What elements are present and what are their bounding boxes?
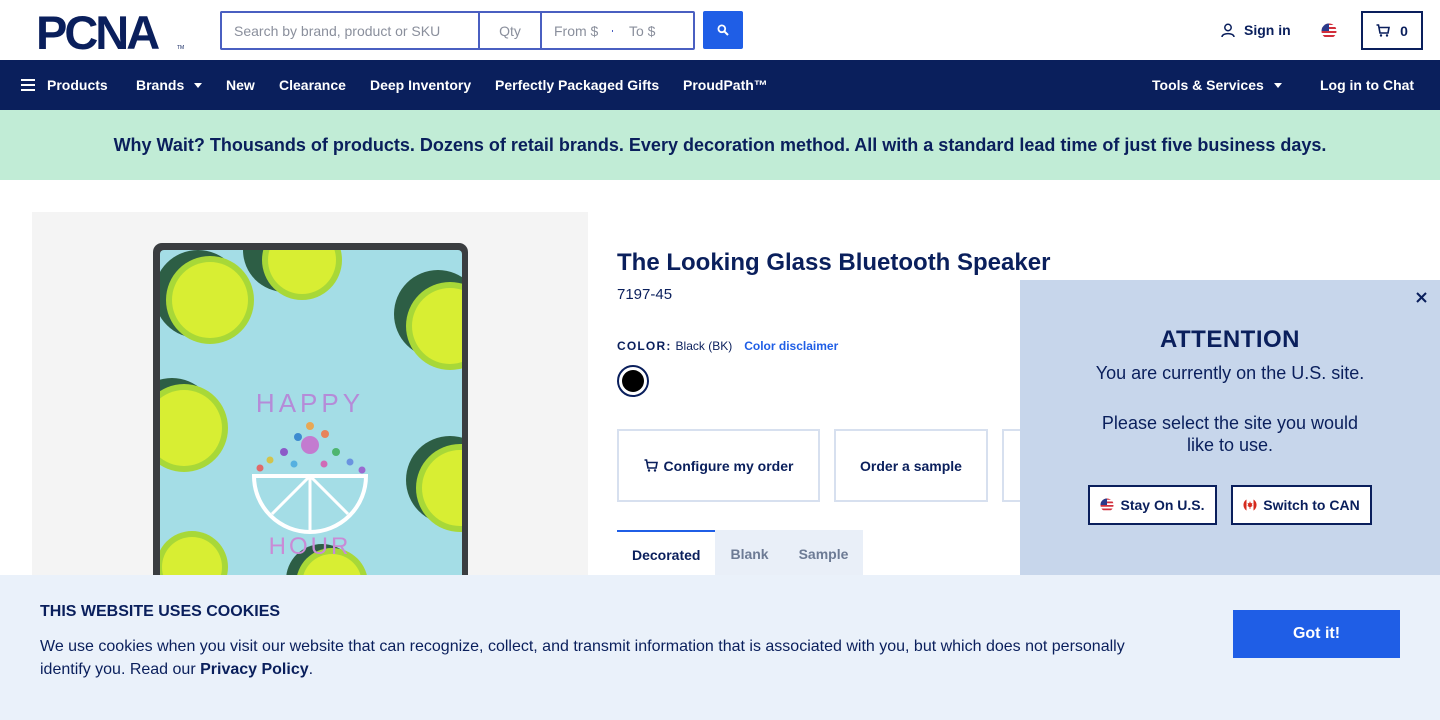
image-text-top: HAPPY — [256, 388, 364, 418]
nav-proudpath[interactable]: ProudPath™ — [683, 60, 768, 110]
nav-deep-inventory[interactable]: Deep Inventory — [370, 60, 471, 110]
order-sample-button[interactable]: Order a sample — [834, 429, 988, 502]
canada-flag-icon — [1243, 498, 1257, 512]
nav-new-label: New — [226, 77, 255, 93]
price-from-input[interactable] — [554, 22, 606, 39]
site-select-modal: ATTENTION You are currently on the U.S. … — [1020, 280, 1440, 575]
nav-clearance[interactable]: Clearance — [279, 60, 346, 110]
logo-text: PCNA — [36, 11, 159, 51]
privacy-policy-link[interactable]: Privacy Policy — [200, 661, 309, 678]
modal-heading: ATTENTION — [1159, 326, 1301, 353]
nav-chat[interactable]: Log in to Chat — [1320, 60, 1414, 110]
cookie-message: We use cookies when you visit our websit… — [40, 635, 1150, 681]
user-icon — [1221, 23, 1235, 38]
product-image[interactable]: HAPPY HOUR — [32, 212, 588, 582]
svg-text:TM: TM — [177, 45, 184, 51]
nav-tools[interactable]: Tools & Services — [1152, 60, 1282, 110]
configure-order-button[interactable]: Configure my order — [617, 429, 820, 502]
nav-gifts-label: Perfectly Packaged Gifts — [495, 77, 660, 93]
nav-brands[interactable]: Brands — [136, 60, 203, 110]
promo-banner: Why Wait? Thousands of products. Dozens … — [0, 110, 1440, 180]
cookie-banner: THIS WEBSITE USES COOKIES We use cookies… — [0, 575, 1440, 720]
menu-icon — [21, 79, 35, 91]
stay-us-label: Stay On U.S. — [1120, 497, 1205, 513]
search-input[interactable] — [220, 11, 478, 50]
color-info: COLOR: Black (BK) Color disclaimer — [617, 339, 838, 353]
cookie-text-end: . — [308, 661, 314, 678]
nav-brands-label: Brands — [136, 77, 185, 93]
product-title: The Looking Glass Bluetooth Speaker — [617, 249, 1051, 276]
product-sku: 7197-45 — [617, 286, 673, 303]
price-to-input[interactable] — [629, 22, 681, 39]
nav-chat-label: Log in to Chat — [1320, 77, 1415, 93]
cart-icon — [644, 459, 658, 472]
nav-proudpath-label: ProudPath™ — [683, 77, 768, 93]
cart-button[interactable]: 0 — [1361, 11, 1423, 50]
switch-can-button[interactable]: Switch to CAN — [1231, 485, 1372, 525]
price-dash — [612, 29, 613, 32]
configure-order-label: Configure my order — [663, 457, 794, 474]
color-swatch-black[interactable] — [617, 365, 649, 397]
order-sample-label: Order a sample — [860, 457, 962, 474]
tab-decorated[interactable]: Decorated — [617, 530, 716, 578]
close-icon[interactable] — [1412, 288, 1430, 306]
price-range — [540, 11, 695, 50]
color-label: COLOR: — [617, 339, 672, 353]
qty-input[interactable] — [478, 11, 540, 50]
color-value: Black (BK) — [675, 339, 733, 353]
cart-icon — [1376, 24, 1391, 37]
color-disclaimer-link[interactable]: Color disclaimer — [744, 339, 838, 353]
tab-blank[interactable]: Blank — [715, 530, 784, 578]
search-icon — [717, 24, 729, 36]
tab-sample[interactable]: Sample — [783, 530, 864, 578]
stay-us-button[interactable]: Stay On U.S. — [1088, 485, 1217, 525]
chevron-down-icon — [1273, 82, 1282, 88]
search-button[interactable] — [703, 11, 743, 49]
order-tabs: Decorated Blank Sample — [617, 530, 864, 578]
search-bar — [220, 11, 695, 50]
promo-banner-text: Why Wait? Thousands of products. Dozens … — [113, 134, 1327, 155]
site-header: PCNA TM Sign in — [0, 0, 1440, 60]
us-flag-icon[interactable] — [1321, 23, 1337, 39]
nav-products[interactable]: Products — [21, 60, 108, 110]
chevron-down-icon — [194, 82, 203, 88]
accept-cookies-button[interactable]: Got it! — [1233, 610, 1400, 658]
us-flag-icon — [1100, 498, 1115, 512]
nav-gifts[interactable]: Perfectly Packaged Gifts — [495, 60, 659, 110]
nav-new[interactable]: New — [226, 60, 255, 110]
nav-clearance-label: Clearance — [279, 77, 346, 93]
main-nav: Products Brands New Clearance Deep Inven… — [0, 60, 1440, 110]
switch-can-label: Switch to CAN — [1263, 497, 1360, 513]
modal-prompt: Please select the site you would like to… — [1101, 413, 1359, 455]
nav-tools-label: Tools & Services — [1152, 77, 1264, 93]
cookie-title: THIS WEBSITE USES COOKIES — [40, 603, 281, 620]
image-text-bottom: HOUR — [269, 533, 352, 560]
pcna-logo[interactable]: PCNA TM — [36, 6, 186, 59]
sign-in-label: Sign in — [1244, 22, 1291, 38]
nav-products-label: Products — [47, 77, 108, 93]
cart-count: 0 — [1400, 22, 1408, 39]
sign-in-link[interactable]: Sign in — [1220, 22, 1291, 38]
nav-deep-inventory-label: Deep Inventory — [370, 77, 472, 93]
modal-message: You are currently on the U.S. site. — [1095, 363, 1365, 383]
